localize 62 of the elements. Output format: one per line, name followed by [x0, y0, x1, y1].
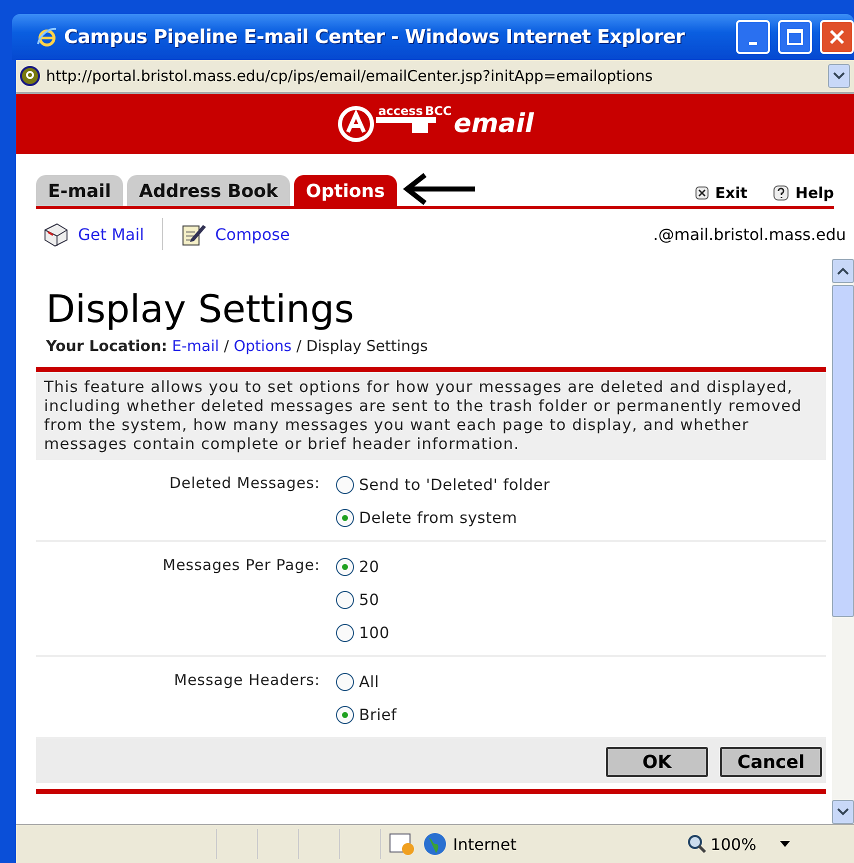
- breadcrumb-label: Your Location:: [46, 337, 168, 355]
- setting-label: Messages Per Page:: [162, 555, 321, 576]
- tab[interactable]: E-mail: [36, 175, 124, 206]
- zoom-level[interactable]: 100%: [710, 834, 756, 854]
- minimize-icon: [749, 42, 757, 44]
- toolbar-link[interactable]: Get Mail: [42, 220, 162, 248]
- page-heading: Display Settings: [46, 287, 356, 331]
- maximize-button[interactable]: [778, 20, 812, 54]
- security-zone: Internet: [453, 834, 517, 854]
- logo-text: access BCC: [378, 104, 452, 118]
- dropdown-icon[interactable]: [780, 841, 790, 847]
- ok-button[interactable]: OK: [606, 747, 708, 777]
- exit-link[interactable]: Exit: [695, 184, 748, 206]
- zoom-icon: [686, 834, 707, 854]
- arrow-icon: [400, 172, 477, 206]
- page-icon: [20, 66, 40, 86]
- radio-button[interactable]: [336, 508, 354, 526]
- radio-option[interactable]: 20: [336, 550, 826, 583]
- cancel-button[interactable]: Cancel: [720, 747, 822, 777]
- breadcrumb-current: Display Settings: [306, 337, 428, 355]
- globe-icon: [423, 832, 447, 856]
- address-bar[interactable]: http://portal.bristol.mass.edu/cp/ips/email/emailCenter.jsp?initApp=emailoptions: [16, 60, 854, 94]
- radio-option[interactable]: 50: [336, 583, 826, 616]
- maximize-icon: [787, 29, 803, 45]
- at-sign-icon: [336, 104, 376, 144]
- radio-button[interactable]: [336, 706, 354, 724]
- scroll-up-icon[interactable]: [837, 267, 849, 275]
- radio-option[interactable]: All: [336, 665, 826, 698]
- account-address: .@mail.bristol.mass.edu: [653, 224, 846, 244]
- radio-option[interactable]: 100: [336, 616, 826, 649]
- close-button[interactable]: [820, 20, 854, 54]
- close-icon: [829, 29, 845, 45]
- help-link[interactable]: Help: [773, 184, 834, 206]
- radio-button[interactable]: [336, 590, 354, 608]
- radio-option[interactable]: Delete from system: [336, 501, 826, 534]
- radio-button[interactable]: [336, 558, 354, 576]
- help-icon: [773, 185, 790, 201]
- description: This feature allows you to set options for how your messages are deleted and displayed, including whether deleted messages are sent to the trash folder or permanently removed from the system, how many messages you want each page to display, and whether messages contain complete or brief header information.: [36, 372, 826, 460]
- dropdown-icon[interactable]: [828, 64, 850, 88]
- radio-button[interactable]: [336, 476, 354, 494]
- radio-button[interactable]: [336, 672, 354, 690]
- setting-label: Message Headers:: [173, 670, 321, 691]
- radio-button[interactable]: [336, 624, 354, 642]
- setting-label: Deleted Messages:: [168, 473, 321, 494]
- radio-option[interactable]: Brief: [336, 698, 826, 731]
- window-title: Campus Pipeline E-mail Center - Windows Internet Explorer: [64, 26, 686, 48]
- minimize-button[interactable]: [736, 20, 770, 54]
- breadcrumb-link[interactable]: Options: [234, 337, 292, 355]
- radio-option[interactable]: Send to 'Deleted' folder: [336, 468, 826, 501]
- tab[interactable]: Options: [294, 175, 397, 206]
- tab[interactable]: Address Book: [127, 175, 290, 206]
- breadcrumb-link[interactable]: E-mail: [172, 337, 220, 355]
- browser-logo-icon: [36, 26, 58, 48]
- warning-page-icon: [389, 832, 415, 856]
- breadcrumb-separator: /: [224, 337, 229, 355]
- close-icon: [695, 186, 710, 200]
- logo-word: email: [454, 109, 534, 139]
- breadcrumb-separator: /: [296, 337, 302, 355]
- scroll-down-icon[interactable]: [837, 808, 849, 816]
- scrollbar[interactable]: [832, 259, 854, 824]
- url-text: http://portal.bristol.mass.edu/cp/ips/email/emailCenter.jsp?initApp=emailoptions: [46, 67, 654, 85]
- toolbar-link[interactable]: Compose: [181, 221, 308, 247]
